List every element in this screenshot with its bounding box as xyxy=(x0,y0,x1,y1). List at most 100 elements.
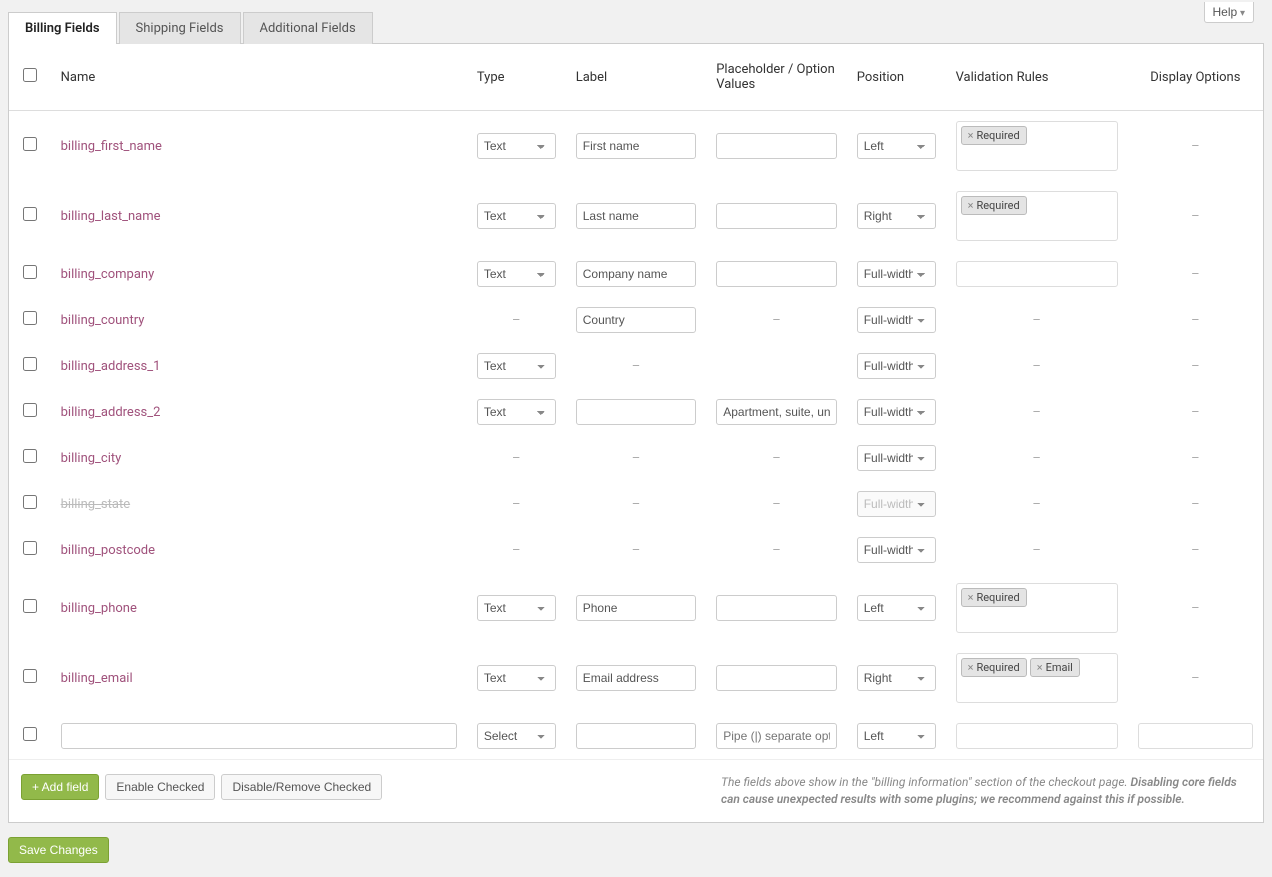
position-select[interactable]: Full-width xyxy=(857,399,936,425)
dash: – xyxy=(956,497,1118,512)
dash: – xyxy=(1138,359,1253,374)
position-select[interactable]: Right xyxy=(857,665,936,691)
display-box[interactable] xyxy=(1138,723,1253,749)
field-name[interactable]: billing_city xyxy=(61,451,122,466)
row-checkbox[interactable] xyxy=(23,495,37,509)
dash: – xyxy=(956,451,1118,466)
type-select[interactable]: Text xyxy=(477,133,556,159)
dash: – xyxy=(716,497,836,512)
field-name[interactable]: billing_address_2 xyxy=(61,405,161,420)
validation-tag[interactable]: Required xyxy=(961,588,1027,607)
validation-box[interactable] xyxy=(956,261,1118,287)
type-select[interactable]: Text xyxy=(477,595,556,621)
row-checkbox[interactable] xyxy=(23,137,37,151)
col-display: Display Options xyxy=(1128,44,1263,111)
row-checkbox[interactable] xyxy=(23,265,37,279)
select-all-checkbox[interactable] xyxy=(23,68,37,82)
position-select[interactable]: Left xyxy=(857,133,936,159)
label-input[interactable] xyxy=(576,261,696,287)
help-button[interactable]: Help xyxy=(1204,2,1255,23)
validation-tag[interactable]: Email xyxy=(1030,658,1080,677)
placeholder-input[interactable] xyxy=(716,723,836,749)
field-name[interactable]: billing_last_name xyxy=(61,209,161,224)
field-name[interactable]: billing_address_1 xyxy=(61,359,161,374)
type-select[interactable]: Text xyxy=(477,399,556,425)
validation-box[interactable]: Required xyxy=(956,191,1118,241)
dash: – xyxy=(576,451,696,466)
new-name-input[interactable] xyxy=(61,723,457,749)
placeholder-input[interactable] xyxy=(716,203,836,229)
row-checkbox[interactable] xyxy=(23,599,37,613)
field-name[interactable]: billing_phone xyxy=(61,601,137,616)
position-select[interactable]: Full-width xyxy=(857,491,936,517)
field-name[interactable]: billing_postcode xyxy=(61,543,155,558)
row-checkbox[interactable] xyxy=(23,403,37,417)
position-select[interactable]: Right xyxy=(857,203,936,229)
field-name[interactable]: billing_first_name xyxy=(61,139,162,154)
position-select[interactable]: Full-width xyxy=(857,537,936,563)
enable-checked-button[interactable]: Enable Checked xyxy=(105,774,215,800)
row-checkbox[interactable] xyxy=(23,727,37,741)
validation-box[interactable] xyxy=(956,723,1118,749)
tab-additional[interactable]: Additional Fields xyxy=(243,12,373,44)
position-select[interactable]: Left xyxy=(857,723,936,749)
label-input[interactable] xyxy=(576,665,696,691)
placeholder-input[interactable] xyxy=(716,399,836,425)
table-row: billing_state–––Full-width–– xyxy=(9,481,1263,527)
table-row: billing_first_nameTextLeftRequired– xyxy=(9,111,1263,182)
tab-billing[interactable]: Billing Fields xyxy=(8,12,117,44)
position-select[interactable]: Full-width xyxy=(857,445,936,471)
position-select[interactable]: Left xyxy=(857,595,936,621)
label-input[interactable] xyxy=(576,307,696,333)
validation-tag[interactable]: Required xyxy=(961,196,1027,215)
table-row: billing_postcode–––Full-width–– xyxy=(9,527,1263,573)
validation-box[interactable]: RequiredEmail xyxy=(956,653,1118,703)
row-checkbox[interactable] xyxy=(23,541,37,555)
dash: – xyxy=(1138,543,1253,558)
save-changes-button[interactable]: Save Changes xyxy=(8,837,109,863)
position-select[interactable]: Full-width xyxy=(857,353,936,379)
dash: – xyxy=(1138,267,1253,282)
validation-tag[interactable]: Required xyxy=(961,126,1027,145)
row-checkbox[interactable] xyxy=(23,207,37,221)
validation-box[interactable]: Required xyxy=(956,583,1118,633)
row-checkbox[interactable] xyxy=(23,357,37,371)
col-name: Name xyxy=(51,44,467,111)
type-select[interactable]: Text xyxy=(477,203,556,229)
label-input[interactable] xyxy=(576,133,696,159)
label-input[interactable] xyxy=(576,595,696,621)
col-label: Label xyxy=(566,44,706,111)
position-select[interactable]: Full-width xyxy=(857,307,936,333)
dash: – xyxy=(1138,209,1253,224)
placeholder-input[interactable] xyxy=(716,595,836,621)
table-row: billing_address_1Text–Full-width–– xyxy=(9,343,1263,389)
add-field-button[interactable]: + Add field xyxy=(21,774,99,800)
table-row: billing_email Text Right RequiredEmail – xyxy=(9,643,1263,713)
dash: – xyxy=(1138,405,1253,420)
type-select[interactable]: Select xyxy=(477,723,556,749)
type-select[interactable]: Text xyxy=(477,261,556,287)
position-select[interactable]: Full-width xyxy=(857,261,936,287)
placeholder-input[interactable] xyxy=(716,665,836,691)
field-name[interactable]: billing_state xyxy=(61,497,130,512)
type-select[interactable]: Text xyxy=(477,353,556,379)
label-input[interactable] xyxy=(576,723,696,749)
validation-tag[interactable]: Required xyxy=(961,658,1027,677)
placeholder-input[interactable] xyxy=(716,133,836,159)
type-select[interactable]: Text xyxy=(477,665,556,691)
label-input[interactable] xyxy=(576,203,696,229)
row-checkbox[interactable] xyxy=(23,449,37,463)
dash: – xyxy=(1138,671,1253,686)
validation-box[interactable]: Required xyxy=(956,121,1118,171)
table-row: billing_city–––Full-width–– xyxy=(9,435,1263,481)
label-input[interactable] xyxy=(576,399,696,425)
field-name[interactable]: billing_company xyxy=(61,267,155,282)
row-checkbox[interactable] xyxy=(23,669,37,683)
row-checkbox[interactable] xyxy=(23,311,37,325)
dash: – xyxy=(1138,601,1253,616)
field-name[interactable]: billing_country xyxy=(61,313,145,328)
placeholder-input[interactable] xyxy=(716,261,836,287)
tab-shipping[interactable]: Shipping Fields xyxy=(119,12,241,44)
field-name[interactable]: billing_email xyxy=(61,671,133,686)
disable-checked-button[interactable]: Disable/Remove Checked xyxy=(221,774,382,800)
